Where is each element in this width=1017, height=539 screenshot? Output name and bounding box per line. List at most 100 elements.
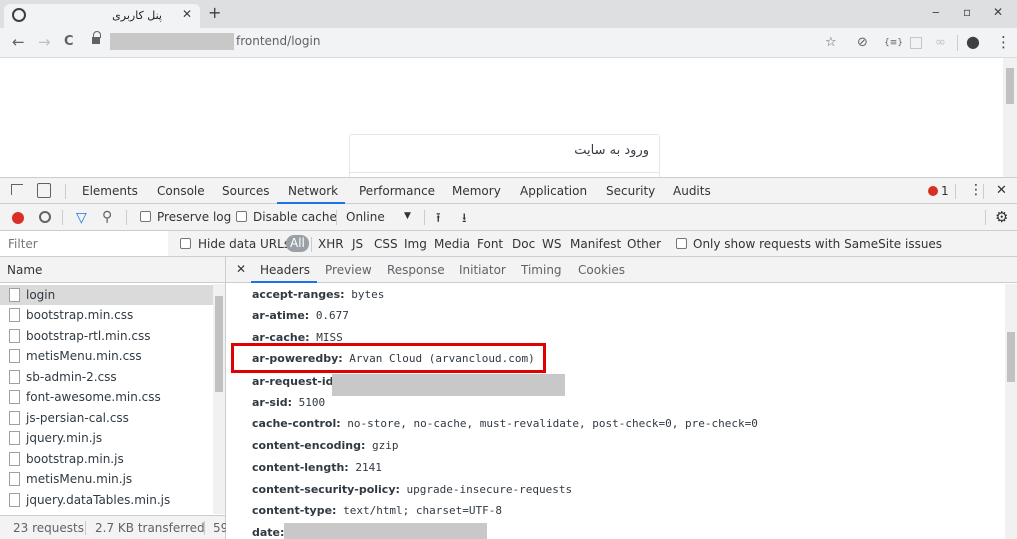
devtools-tab-application[interactable]: Application [520,184,587,198]
new-tab-button[interactable]: + [208,3,221,22]
transferred-size: 2.7 KB transferred [95,521,205,535]
hide-data-urls-label[interactable]: Hide data URLs [198,237,290,251]
settings-gear-icon[interactable]: ⚙ [995,208,1008,226]
detail-scrollbar[interactable] [1005,284,1017,539]
request-row[interactable]: login [0,285,213,305]
request-row[interactable]: jquery.min.js [0,428,213,448]
request-row[interactable]: js-persian-cal.css [0,408,213,428]
detail-tab-timing[interactable]: Timing [521,263,562,277]
extension-link-icon[interactable]: ∞ [935,35,946,50]
filter-type-css[interactable]: CSS [374,237,398,251]
error-count[interactable]: 1 [941,184,949,198]
search-icon[interactable]: ⚲ [102,209,112,225]
minimize-button[interactable]: ‒ [932,5,940,19]
network-toolbar: ▽ ⚲ Preserve log Disable cache Online ▼ … [0,204,1017,231]
disable-cache-checkbox[interactable] [236,211,247,222]
import-har-icon[interactable]: ⭱ [436,209,441,231]
request-row[interactable]: sb-admin-2.css [0,367,213,387]
device-toolbar-icon[interactable] [37,183,51,198]
request-list-scrollbar[interactable] [213,284,225,514]
filter-input[interactable] [0,231,168,256]
filter-type-font[interactable]: Font [477,237,503,251]
request-name: bootstrap-rtl.min.css [26,329,151,343]
request-row[interactable]: font-awesome.min.css [0,387,213,407]
tab-close-icon[interactable]: ✕ [182,7,192,21]
extension-icon[interactable]: ⊘ [857,35,868,50]
window-close-button[interactable]: ✕ [993,5,1003,19]
detail-close-icon[interactable]: ✕ [236,262,246,276]
detail-tab-response[interactable]: Response [387,263,445,277]
filter-type-media[interactable]: Media [434,237,470,251]
devtools-tab-sources[interactable]: Sources [222,184,269,198]
address-bar[interactable]: frontend/login [86,31,936,53]
record-icon[interactable] [12,212,24,224]
samesite-checkbox[interactable] [676,238,687,249]
devtools-tab-performance[interactable]: Performance [359,184,435,198]
filter-funnel-icon[interactable]: ▽ [76,210,87,226]
back-button[interactable]: ← [12,33,25,51]
export-har-icon[interactable]: ⭳ [462,209,467,231]
file-icon [9,411,20,425]
header-key: cache-control: [252,417,341,430]
detail-scroll-thumb[interactable] [1007,332,1015,382]
filter-bar: Hide data URLs All XHR JS CSS Img Media … [0,231,1017,257]
login-card: ورود به سایت [349,134,660,180]
devtools-tab-console[interactable]: Console [157,184,205,198]
file-icon [9,349,20,363]
preserve-log-checkbox[interactable] [140,211,151,222]
filter-type-doc[interactable]: Doc [512,237,535,251]
hide-data-urls-checkbox[interactable] [180,238,191,249]
clear-icon[interactable] [39,211,51,223]
request-row[interactable]: jquery.dataTables.min.js [0,490,213,510]
extension-json-icon[interactable]: {≡} [884,38,903,48]
header-row: ar-request-id: [252,375,338,388]
request-list-scroll-thumb[interactable] [215,296,223,392]
profile-icon[interactable]: ● [966,32,980,51]
detail-tab-headers[interactable]: Headers [260,263,310,277]
name-column-header[interactable]: Name [0,257,225,283]
error-icon[interactable] [928,186,938,196]
throttling-select[interactable]: Online [346,210,385,224]
devtools-tab-memory[interactable]: Memory [452,184,501,198]
extension-box-icon[interactable] [910,37,922,49]
devtools-tab-network[interactable]: Network [288,184,338,198]
detail-tab-cookies[interactable]: Cookies [578,263,625,277]
maximize-button[interactable]: ▫ [963,5,971,19]
detail-active-indicator [251,281,317,283]
page-scroll-thumb[interactable] [1006,68,1014,104]
request-row[interactable]: bootstrap-rtl.min.css [0,326,213,346]
request-row[interactable]: metisMenu.min.js [0,469,213,489]
devtools-tab-security[interactable]: Security [606,184,655,198]
filter-type-img[interactable]: Img [404,237,427,251]
request-row[interactable]: bootstrap.min.js [0,449,213,469]
preserve-log-label[interactable]: Preserve log [157,210,231,224]
devtools-close-icon[interactable]: ✕ [996,183,1007,198]
forward-button[interactable]: → [38,33,51,51]
devtools-tab-elements[interactable]: Elements [82,184,138,198]
devtools-menu-icon[interactable]: ⋮ [969,182,983,198]
header-value: 0.677 [315,309,349,322]
samesite-label[interactable]: Only show requests with SameSite issues [693,237,942,251]
file-icon [9,452,20,466]
detail-tab-initiator[interactable]: Initiator [459,263,506,277]
filter-type-ws[interactable]: WS [542,237,561,251]
reload-button[interactable]: C [64,34,74,49]
disable-cache-label[interactable]: Disable cache [253,210,337,224]
filter-type-manifest[interactable]: Manifest [570,237,621,251]
browser-menu-icon[interactable]: ⋮ [996,33,1011,51]
devtools-tab-audits[interactable]: Audits [673,184,711,198]
bookmark-star-icon[interactable]: ☆ [825,35,837,50]
page-scrollbar[interactable] [1003,58,1017,177]
request-row[interactable]: bootstrap.min.css [0,305,213,325]
header-key: ar-atime: [252,309,310,322]
browser-tab[interactable]: پنل کاربری ✕ [4,4,200,28]
chevron-down-icon[interactable]: ▼ [404,211,411,221]
inspect-element-icon[interactable] [11,184,23,195]
detail-tab-preview[interactable]: Preview [325,263,372,277]
filter-type-xhr[interactable]: XHR [318,237,344,251]
filter-type-other[interactable]: Other [627,237,661,251]
request-row[interactable]: metisMenu.min.css [0,346,213,366]
filter-type-all[interactable]: All [286,235,309,252]
filter-type-js[interactable]: JS [352,237,363,251]
header-row: content-type: text/html; charset=UTF-8 [252,504,502,517]
